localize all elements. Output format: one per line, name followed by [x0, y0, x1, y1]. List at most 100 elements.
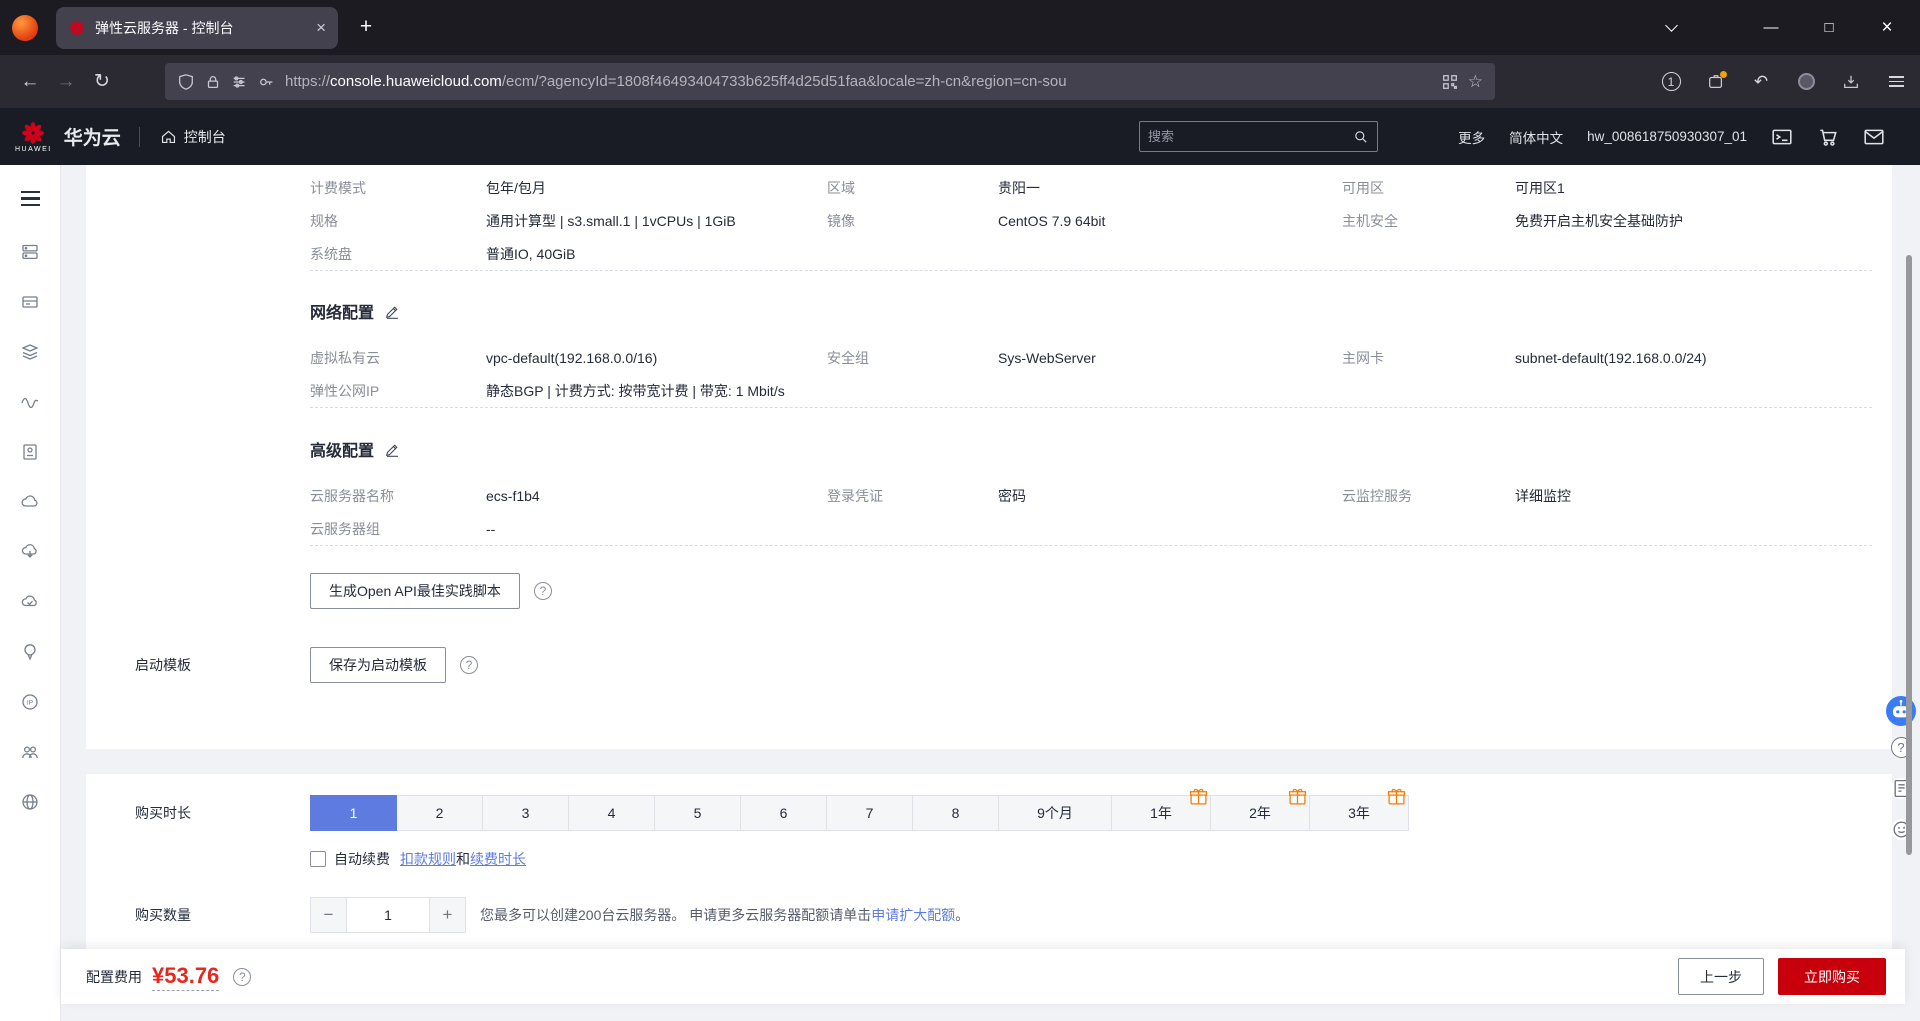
window-minimize-button[interactable]: —: [1756, 0, 1786, 55]
duration-option-4[interactable]: 4: [568, 795, 655, 831]
cart-icon[interactable]: [1817, 126, 1839, 148]
new-tab-button[interactable]: +: [352, 13, 380, 41]
huawei-favicon: [69, 20, 85, 36]
field-label: 云服务器组: [310, 520, 380, 537]
more-menu[interactable]: 更多: [1458, 127, 1485, 147]
gift-icon: [1288, 788, 1307, 805]
sidebar-cloud-download-icon[interactable]: [20, 542, 40, 562]
field-value: --: [486, 520, 496, 537]
notification-count-icon[interactable]: 1: [1659, 70, 1683, 94]
duration-option-text: 2年: [1249, 805, 1271, 821]
field-label: 可用区: [1342, 179, 1384, 196]
field-label: 弹性公网IP: [310, 382, 380, 399]
sidebar-eip-icon[interactable]: IP: [20, 692, 40, 712]
quantity-increase-button[interactable]: +: [429, 897, 466, 933]
duration-option-text: 9个月: [1037, 805, 1073, 821]
expand-quota-link[interactable]: 申请扩大配额: [871, 907, 955, 923]
brand-name[interactable]: 华为云: [64, 123, 121, 150]
field-label: 云服务器名称: [310, 487, 394, 504]
sidebar-cloud-icon[interactable]: [20, 492, 40, 512]
history-undo-icon[interactable]: ↶: [1749, 70, 1773, 94]
window-close-button[interactable]: ×: [1872, 0, 1902, 55]
fee-help-icon[interactable]: ?: [233, 967, 252, 986]
fee-label: 配置费用: [86, 968, 142, 985]
help-icon[interactable]: ?: [460, 656, 478, 674]
header-search[interactable]: [1139, 121, 1378, 152]
sidebar-layers-icon[interactable]: [20, 342, 40, 362]
field-value: ecs-f1b4: [486, 487, 540, 504]
console-nav[interactable]: 控制台: [160, 127, 226, 147]
duration-option-9months[interactable]: 9个月: [998, 795, 1112, 831]
sidebar-users-icon[interactable]: [20, 742, 40, 762]
duration-option-6[interactable]: 6: [740, 795, 827, 831]
renew-duration-link[interactable]: 续费时长: [470, 849, 526, 869]
section-divider: [310, 545, 1872, 546]
duration-option-1[interactable]: 1: [310, 795, 397, 831]
auto-renew-checkbox[interactable]: [310, 851, 326, 867]
duration-option-3years[interactable]: 3年: [1309, 788, 1409, 831]
url-domain: console.huaweicloud.com: [330, 73, 502, 90]
back-icon[interactable]: ←: [12, 71, 48, 93]
footer-bar: 配置费用 ¥53.76 ? 上一步 立即购买: [61, 949, 1905, 1004]
search-icon[interactable]: [1353, 129, 1369, 145]
previous-step-button[interactable]: 上一步: [1678, 958, 1764, 995]
edit-network-icon[interactable]: [384, 303, 401, 320]
quantity-decrease-button[interactable]: −: [310, 897, 347, 933]
forward-icon[interactable]: →: [48, 71, 84, 93]
permissions-sliders-icon[interactable]: [231, 73, 249, 91]
mail-icon[interactable]: [1863, 126, 1885, 148]
deduction-rules-link[interactable]: 扣款规则: [400, 849, 456, 869]
duration-option-2years[interactable]: 2年: [1210, 788, 1310, 831]
language-selector[interactable]: 简体中文: [1509, 127, 1563, 147]
duration-option-1year[interactable]: 1年: [1111, 788, 1211, 831]
quantity-input[interactable]: [347, 897, 429, 933]
field-label: 主机安全: [1342, 212, 1398, 229]
quota-text: 您最多可以创建200台云服务器。 申请更多云服务器配额请单击申请扩大配额。: [480, 907, 970, 923]
buy-now-button[interactable]: 立即购买: [1778, 958, 1886, 995]
duration-option-7[interactable]: 7: [826, 795, 913, 831]
help-icon[interactable]: ?: [533, 582, 552, 600]
duration-option-2[interactable]: 2: [396, 795, 483, 831]
service-sidebar: IP: [0, 165, 61, 1021]
sidebar-balloon-icon[interactable]: [20, 642, 40, 662]
browser-menu-icon[interactable]: [1884, 70, 1908, 94]
sidebar-globe-icon[interactable]: [20, 792, 40, 812]
url-text[interactable]: https://console.huaweicloud.com/ecm/?age…: [285, 73, 1432, 90]
duration-option-text: 8: [951, 805, 960, 821]
duration-option-3[interactable]: 3: [482, 795, 569, 831]
url-bar[interactable]: https://console.huaweicloud.com/ecm/?age…: [165, 63, 1495, 100]
footer-buttons: 上一步 立即购买: [1678, 958, 1886, 995]
sidebar-cloud-check-icon[interactable]: [20, 592, 40, 612]
duration-option-text: 2: [435, 805, 444, 821]
edit-advanced-icon[interactable]: [384, 441, 401, 458]
save-launch-template-button[interactable]: 保存为启动模板: [310, 647, 446, 683]
account-name[interactable]: hw_008618750930307_01: [1587, 129, 1747, 144]
sidebar-menu-icon[interactable]: [20, 187, 40, 210]
browser-tab[interactable]: 弹性云服务器 - 控制台 ×: [56, 7, 338, 49]
search-input[interactable]: [1148, 129, 1353, 144]
huawei-logo[interactable]: HUAWEI: [15, 120, 52, 153]
reload-icon[interactable]: ↻: [84, 70, 120, 93]
page-scrollbar[interactable]: [1906, 255, 1912, 855]
sidebar-monitor-wave-icon[interactable]: [20, 392, 40, 412]
duration-option-5[interactable]: 5: [654, 795, 741, 831]
sidebar-server-icon[interactable]: [20, 242, 40, 262]
lock-icon[interactable]: [204, 73, 222, 91]
duration-option-8[interactable]: 8: [912, 795, 999, 831]
sidebar-image-doc-icon[interactable]: [20, 442, 40, 462]
cli-terminal-icon[interactable]: [1771, 126, 1793, 148]
sidebar-cloud-server-icon[interactable]: [20, 292, 40, 312]
save-tray-icon[interactable]: [1839, 70, 1863, 94]
adblocker-icon[interactable]: [1794, 70, 1818, 94]
window-maximize-button[interactable]: □: [1814, 0, 1844, 55]
bookmark-star-icon[interactable]: ☆: [1468, 72, 1483, 92]
extension-icon[interactable]: [1704, 70, 1728, 94]
field-value: 包年/包月: [486, 179, 546, 196]
list-tabs-chevron-icon[interactable]: [1656, 0, 1686, 55]
qr-code-icon[interactable]: [1441, 73, 1459, 91]
generate-api-script-button[interactable]: 生成Open API最佳实践脚本: [310, 573, 520, 609]
key-icon[interactable]: [258, 73, 276, 91]
tab-close-icon[interactable]: ×: [308, 18, 326, 38]
shield-icon[interactable]: [177, 73, 195, 91]
config-row: 云服务器名称 ecs-f1b4 登录凭证 密码 云监控服务 详细监控: [310, 479, 1872, 512]
